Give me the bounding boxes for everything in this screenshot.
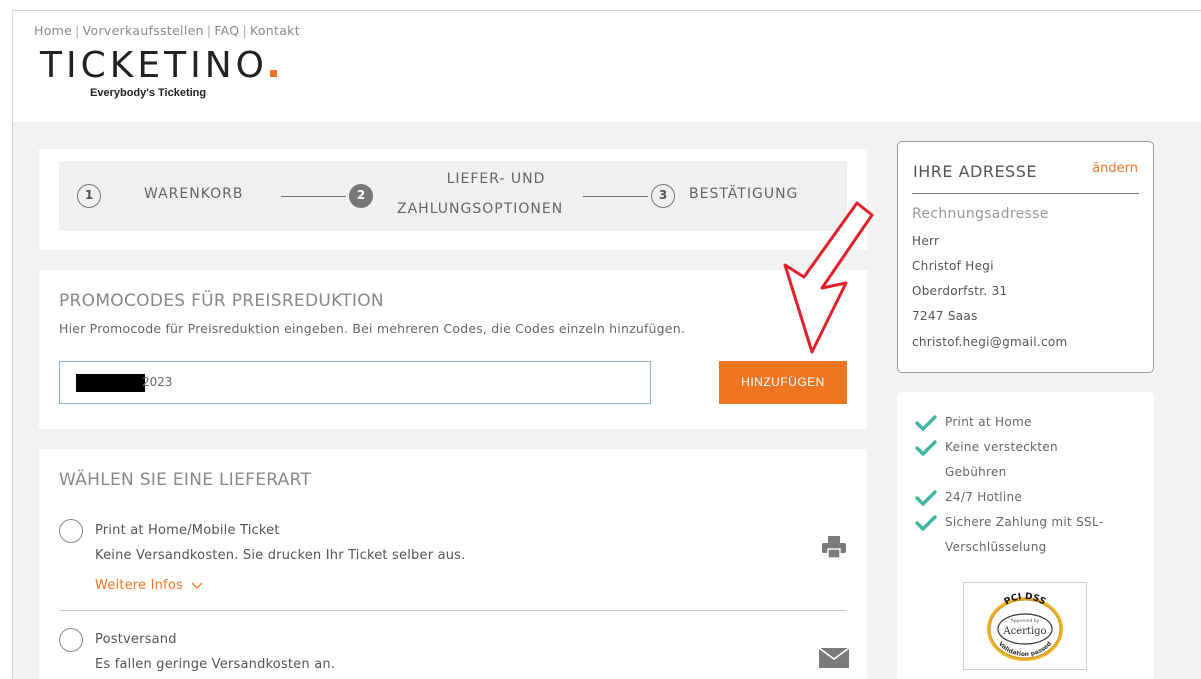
delivery-option-post-title[interactable]: Postversand (95, 632, 177, 647)
step-connector-1 (281, 196, 346, 197)
check-icon (915, 515, 937, 531)
delivery-option-print-radio[interactable] (59, 519, 83, 543)
delivery-divider (59, 610, 847, 611)
address-name: Christof Hegi (912, 259, 994, 273)
promo-code-input[interactable]: 2023 (59, 361, 651, 404)
pci-seal-icon: PCI DSS Approved by Acertigo Validation … (987, 592, 1063, 661)
logo-dot (269, 70, 277, 77)
top-navigation: Home | Vorverkaufsstellen | FAQ | Kontakt (34, 23, 300, 38)
checkout-steps-panel: 1 WARENKORB 2 LIEFER- UND ZAHLUNGSOPTION… (39, 149, 867, 250)
nav-faq-link[interactable]: FAQ (214, 23, 239, 38)
trust-item-ssl-line1: Sichere Zahlung mit SSL- (945, 515, 1104, 529)
promo-title: PROMOCODES FÜR PREISREDUKTION (59, 291, 384, 311)
checkout-steps: 1 WARENKORB 2 LIEFER- UND ZAHLUNGSOPTION… (59, 161, 847, 231)
delivery-title: WÄHLEN SIE EINE LIEFERART (59, 470, 312, 490)
address-email: christof.hegi@gmail.com (912, 335, 1068, 349)
promo-description: Hier Promocode für Preisreduktion eingeb… (59, 321, 685, 336)
check-icon (915, 415, 937, 431)
more-info-link[interactable]: Weitere Infos (95, 578, 203, 593)
trust-item-fees-line2: Gebühren (945, 465, 1007, 479)
more-info-label: Weitere Infos (95, 578, 183, 593)
address-box: IHRE ADRESSE ändern Rechnungsadresse Her… (897, 141, 1154, 373)
pci-dss-badge: PCI DSS Approved by Acertigo Validation … (963, 582, 1087, 670)
promo-code-value: 2023 (142, 375, 173, 389)
add-promo-button[interactable]: HINZUFÜGEN (719, 361, 847, 404)
address-subtitle: Rechnungsadresse (912, 206, 1049, 222)
logo-tagline: Everybody's Ticketing (90, 87, 207, 99)
chevron-down-icon (191, 582, 203, 589)
delivery-option-print-title[interactable]: Print at Home/Mobile Ticket (95, 523, 280, 538)
trust-item-print: Print at Home (945, 415, 1032, 429)
address-street: Oberdorfstr. 31 (912, 284, 1008, 298)
check-icon (915, 440, 937, 456)
address-divider (912, 193, 1139, 194)
printer-icon (822, 536, 846, 559)
step-3-label: BESTÄTIGUNG (689, 186, 799, 202)
nav-kontakt-link[interactable]: Kontakt (250, 23, 300, 38)
step-2-label-line1: LIEFER- UND (446, 171, 546, 187)
trust-box: Print at Home Keine versteckten Gebühren… (897, 392, 1154, 679)
logo-wordmark: TICKETINO (40, 45, 268, 86)
address-salutation: Herr (912, 234, 940, 248)
envelope-icon (819, 648, 849, 668)
delivery-option-print-description: Keine Versandkosten. Sie drucken Ihr Tic… (95, 548, 466, 563)
ticketino-logo[interactable]: TICKETINO (40, 47, 277, 85)
step-1-label[interactable]: WARENKORB (144, 186, 243, 202)
step-3-circle: 3 (651, 184, 675, 208)
step-2-circle: 2 (349, 184, 373, 208)
check-icon (915, 490, 937, 506)
nav-vorverkaufsstellen-link[interactable]: Vorverkaufsstellen (83, 23, 204, 38)
promo-code-panel: PROMOCODES FÜR PREISREDUKTION Hier Promo… (39, 270, 867, 429)
delivery-panel: WÄHLEN SIE EINE LIEFERART Print at Home/… (39, 449, 867, 679)
address-edit-link[interactable]: ändern (1092, 161, 1138, 176)
address-title: IHRE ADRESSE (913, 162, 1037, 181)
trust-item-hotline: 24/7 Hotline (945, 490, 1023, 504)
pci-badge-middle: Acertigo (1002, 626, 1046, 637)
trust-item-ssl-line2: Verschlüsselung (945, 540, 1047, 554)
address-city: 7247 Saas (912, 309, 978, 323)
nav-home-link[interactable]: Home (34, 23, 72, 38)
redaction-block (76, 373, 145, 392)
delivery-option-post-description: Es fallen geringe Versandkosten an. (95, 657, 336, 672)
step-2-label-line2: ZAHLUNGSOPTIONEN (397, 201, 564, 217)
delivery-option-post-radio[interactable] (59, 628, 83, 652)
step-connector-2 (583, 196, 648, 197)
step-1-circle[interactable]: 1 (77, 184, 101, 208)
pci-badge-small: Approved by (1011, 618, 1040, 624)
trust-item-fees-line1: Keine versteckten (945, 440, 1058, 454)
site-header: Home | Vorverkaufsstellen | FAQ | Kontakt TICK… (13, 11, 1201, 122)
page-frame: Home | Vorverkaufsstellen | FAQ | Kontakt TICK… (12, 10, 1201, 679)
